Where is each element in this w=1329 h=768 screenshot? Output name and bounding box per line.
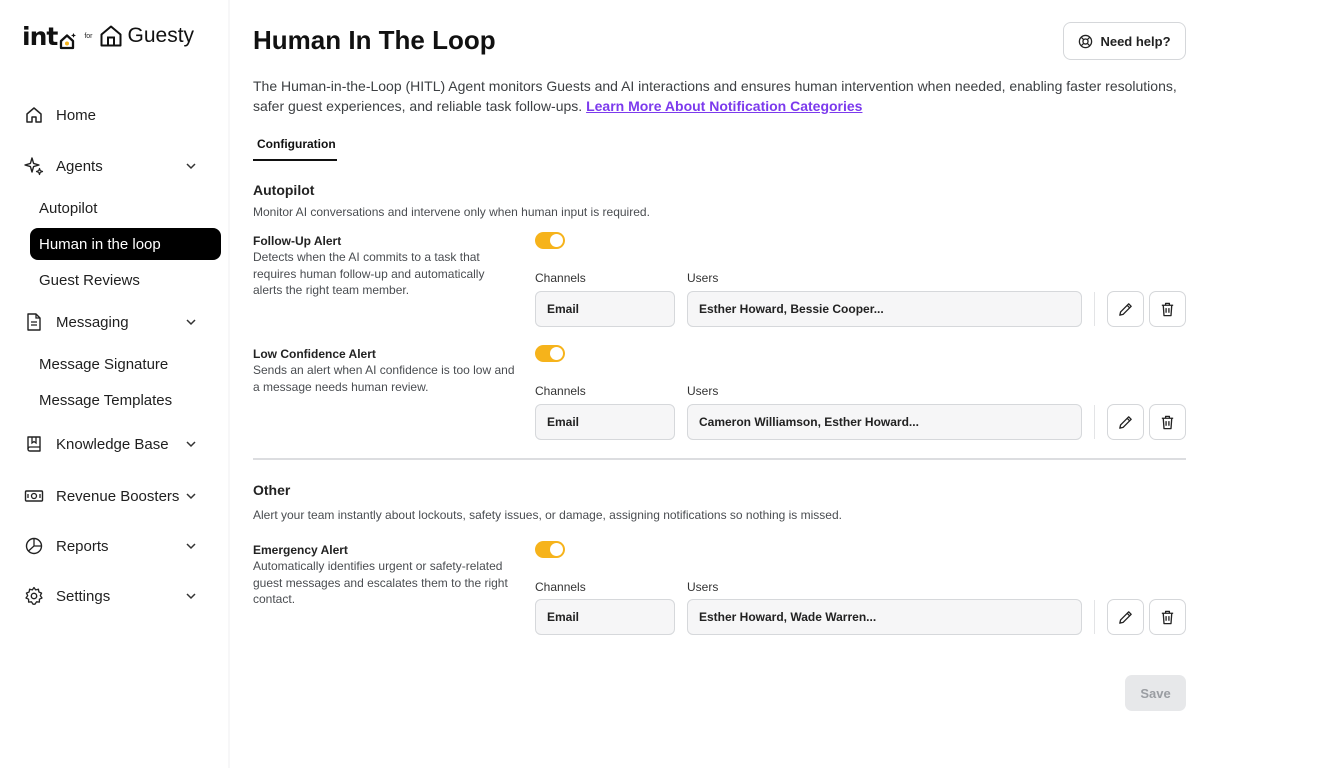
nav-revenue-boosters[interactable]: Revenue Boosters: [24, 481, 179, 511]
need-help-label: Need help?: [1100, 33, 1171, 49]
nav-knowledge-base-label: Knowledge Base: [56, 435, 169, 453]
sidebar-item-label: Human in the loop: [39, 235, 161, 253]
divider: [1094, 292, 1095, 326]
home-icon: [26, 107, 42, 123]
channels-label: Channels: [535, 384, 586, 398]
other-section-title: Other: [253, 482, 291, 498]
sidebar-item-label: Autopilot: [39, 199, 98, 217]
emergency-alert-title: Emergency Alert: [253, 543, 348, 557]
low-confidence-alert-description: Sends an alert when AI confidence is too…: [253, 363, 515, 394]
lifebuoy-icon: [1079, 34, 1093, 48]
pencil-icon: [1119, 415, 1132, 429]
page-title: Human In The Loop: [253, 25, 496, 55]
other-section-description: Alert your team instantly about lockouts…: [253, 508, 842, 522]
edit-button[interactable]: [1107, 291, 1144, 327]
follow-up-alert-title: Follow-Up Alert: [253, 234, 342, 248]
gear-icon: [25, 586, 43, 605]
guesty-house-icon: [100, 25, 121, 47]
logo[interactable]: int for Guesty: [22, 20, 194, 52]
sidebar-item-autopilot[interactable]: Autopilot: [30, 192, 221, 224]
edit-button[interactable]: [1107, 404, 1144, 440]
for-label: for: [84, 32, 93, 40]
document-icon: [27, 313, 41, 331]
low-confidence-alert-title: Low Confidence Alert: [253, 347, 376, 361]
guesty-logo: Guesty: [99, 24, 194, 48]
book-icon: [27, 436, 41, 452]
nav-agents-label: Agents: [56, 157, 103, 175]
divider: [1094, 405, 1095, 439]
banknote-icon: [24, 490, 44, 502]
learn-more-link[interactable]: Learn More About Notification Categories: [586, 98, 862, 114]
chevron-down-icon[interactable]: [184, 539, 198, 553]
chevron-down-icon[interactable]: [184, 159, 198, 173]
trash-icon: [1161, 610, 1174, 624]
users-label: Users: [687, 384, 719, 398]
delete-button[interactable]: [1149, 404, 1186, 440]
trash-icon: [1161, 415, 1174, 429]
into-logo: int: [22, 22, 77, 51]
users-field[interactable]: Esther Howard, Bessie Cooper...: [687, 291, 1082, 327]
sidebar-item-human-in-the-loop[interactable]: Human in the loop: [30, 228, 221, 260]
main-content: Human In The Loop Need help? The Human-i…: [230, 0, 1329, 768]
chevron-down-icon[interactable]: [184, 589, 198, 603]
section-divider: [253, 458, 1186, 460]
low-confidence-alert-toggle[interactable]: [535, 345, 565, 362]
users-label: Users: [687, 580, 719, 594]
pencil-icon: [1119, 302, 1132, 316]
channels-label: Channels: [535, 271, 586, 285]
into-house-icon: [58, 27, 77, 50]
sidebar: int for Guesty Home Agents Autopilot Hum…: [0, 0, 228, 768]
follow-up-alert-toggle[interactable]: [535, 232, 565, 249]
nav-reports[interactable]: Reports: [24, 531, 109, 561]
divider: [1094, 600, 1095, 634]
autopilot-section-description: Monitor AI conversations and intervene o…: [253, 205, 650, 219]
sidebar-item-label: Guest Reviews: [39, 271, 140, 289]
sidebar-item-guest-reviews[interactable]: Guest Reviews: [30, 264, 221, 296]
nav-knowledge-base[interactable]: Knowledge Base: [24, 429, 169, 459]
delete-button[interactable]: [1149, 291, 1186, 327]
users-field[interactable]: Cameron Williamson, Esther Howard...: [687, 404, 1082, 440]
sidebar-item-label: Message Templates: [39, 391, 173, 409]
trash-icon: [1161, 302, 1174, 316]
nav-reports-label: Reports: [56, 537, 109, 555]
follow-up-alert-description: Detects when the AI commits to a task th…: [253, 250, 485, 297]
chevron-down-icon[interactable]: [184, 315, 198, 329]
save-button[interactable]: Save: [1125, 675, 1186, 711]
nav-settings[interactable]: Settings: [24, 581, 110, 611]
channels-label: Channels: [535, 580, 586, 594]
channel-field[interactable]: Email: [535, 599, 675, 635]
nav-messaging[interactable]: Messaging: [24, 307, 129, 337]
autopilot-section-title: Autopilot: [253, 182, 315, 198]
users-label: Users: [687, 271, 719, 285]
page-description: The Human-in-the-Loop (HITL) Agent monit…: [253, 77, 1193, 116]
emergency-alert-toggle[interactable]: [535, 541, 565, 558]
nav-messaging-label: Messaging: [56, 313, 129, 331]
users-field[interactable]: Esther Howard, Wade Warren...: [687, 599, 1082, 635]
nav-settings-label: Settings: [56, 587, 111, 605]
sparkle-icon: [24, 157, 44, 176]
tab-configuration[interactable]: Configuration: [253, 134, 337, 161]
nav-home[interactable]: Home: [24, 100, 96, 130]
channel-field[interactable]: Email: [535, 404, 675, 440]
need-help-button[interactable]: Need help?: [1063, 22, 1186, 60]
nav-home-label: Home: [56, 106, 97, 124]
delete-button[interactable]: [1149, 599, 1186, 635]
chevron-down-icon[interactable]: [184, 437, 198, 451]
emergency-alert-description: Automatically identifies urgent or safet…: [253, 559, 508, 606]
chevron-down-icon[interactable]: [184, 489, 198, 503]
pencil-icon: [1119, 610, 1132, 624]
sidebar-item-label: Message Signature: [39, 355, 169, 373]
nav-revenue-boosters-label: Revenue Boosters: [56, 487, 180, 505]
nav-agents[interactable]: Agents: [24, 151, 103, 181]
pie-chart-icon: [25, 537, 43, 555]
sidebar-item-message-signature[interactable]: Message Signature: [30, 348, 221, 380]
edit-button[interactable]: [1107, 599, 1144, 635]
channel-field[interactable]: Email: [535, 291, 675, 327]
sidebar-item-message-templates[interactable]: Message Templates: [30, 384, 221, 416]
